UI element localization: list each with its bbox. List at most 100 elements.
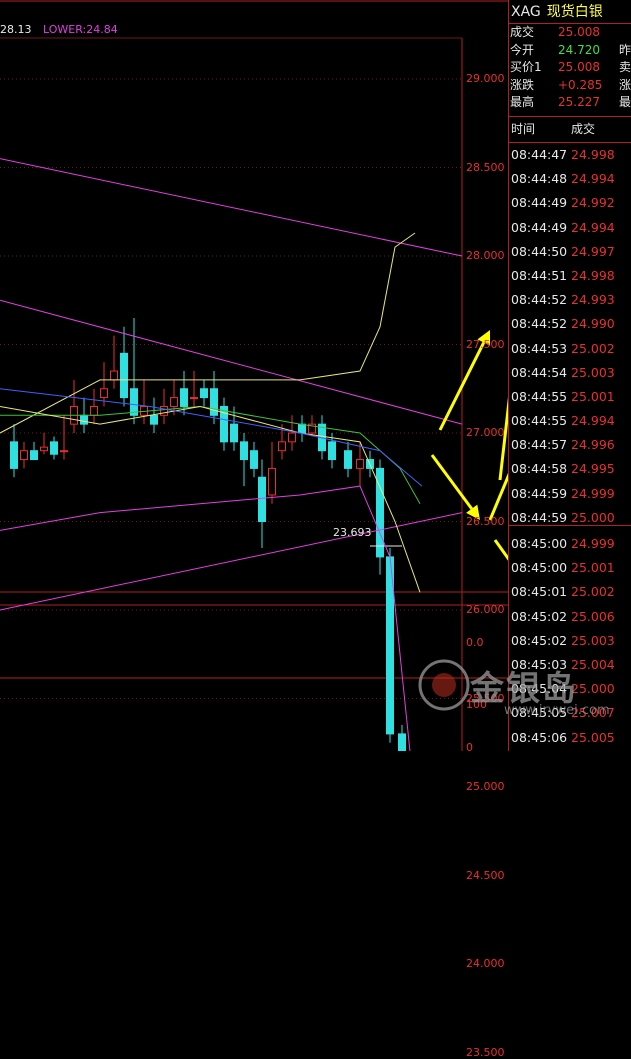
quote-value: 24.720 xyxy=(558,42,600,57)
candle-body xyxy=(10,441,18,469)
trade-header: 时间 成交 xyxy=(509,117,631,143)
candle-body xyxy=(344,450,352,469)
trade-price: 24.998 xyxy=(571,267,615,283)
trade-row: 08:44:51 24.998 xyxy=(509,264,631,288)
trade-price: 24.994 xyxy=(571,171,615,187)
trade-price: 25.003 xyxy=(571,632,615,648)
trade-price: 25.003 xyxy=(571,364,615,380)
trade-price: 25.001 xyxy=(571,560,615,576)
price-tick: 26.500 xyxy=(466,514,505,528)
instrument-header: XAG 现货白银 xyxy=(509,0,631,24)
quote-summary: 成交 25.008 今开 24.720 昨买价1 25.008 卖涨跌 +0.285 涨最高 25… xyxy=(509,24,631,112)
candle-body xyxy=(258,476,266,522)
quote-value: 25.227 xyxy=(558,95,600,109)
candle-body xyxy=(278,441,286,452)
instrument-name: 现货白银 xyxy=(546,4,603,20)
price-column-header: 成交 xyxy=(571,122,596,136)
quote-edge-label: 涨 xyxy=(618,77,631,92)
trade-price: 25.001 xyxy=(571,388,615,404)
trade-time: 08:44:57 xyxy=(511,437,568,453)
trade-row: 08:45:01 25.002 xyxy=(509,580,631,604)
candle-body xyxy=(298,423,306,434)
trade-price: 24.995 xyxy=(571,461,615,477)
trade-row: 08:44:47 24.998 xyxy=(509,143,631,167)
candlestick-chart[interactable]: 28.13 LOWER:24.84 29.000 28.500 28.000 27.5… xyxy=(0,0,508,1059)
trade-time: 08:45:01 xyxy=(511,584,568,600)
quote-edge-label: 卖 xyxy=(618,60,631,74)
candle-body xyxy=(120,352,128,399)
trade-time: 08:44:55 xyxy=(511,388,568,404)
candle-body xyxy=(160,405,168,416)
trade-time: 08:45:00 xyxy=(511,560,568,576)
trade-row: 08:44:57 24.996 xyxy=(509,433,631,457)
trade-price: 24.998 xyxy=(571,147,615,162)
quote-value: +0.285 xyxy=(558,77,603,92)
candle-body xyxy=(250,450,258,469)
candle-body xyxy=(190,397,198,400)
ma-yellow xyxy=(0,405,421,593)
candle-body xyxy=(30,450,38,461)
trade-price: 24.996 xyxy=(571,437,615,453)
trade-row: 08:44:54 25.003 xyxy=(509,361,631,385)
quote-row: 最高 25.227 最 xyxy=(509,94,631,112)
candle-body xyxy=(240,441,248,461)
candle-body xyxy=(230,423,238,443)
trade-price: 24.999 xyxy=(571,485,615,501)
trade-time: 08:44:53 xyxy=(511,340,568,356)
quote-row: 成交 25.008 xyxy=(509,24,631,42)
quote-row: 今开 24.720 昨 xyxy=(509,42,631,60)
trade-price: 25.006 xyxy=(571,608,615,624)
price-tick: 23.500 xyxy=(466,1045,505,1059)
candle-body xyxy=(110,370,118,381)
quote-edge-label: 最 xyxy=(618,95,631,109)
quote-edge-label: 昨 xyxy=(618,42,631,57)
quote-panel: XAG 现货白银 成交 25.008 今开 24.720 昨买价1 25.008 卖涨跌 +0.… xyxy=(508,0,631,751)
candle-body xyxy=(328,441,336,461)
boll-upper-value: 28.13 xyxy=(0,23,32,36)
price-tick: 28.500 xyxy=(466,160,505,174)
candle-body xyxy=(288,432,296,443)
trade-row: 08:44:58 24.995 xyxy=(509,457,631,481)
candle-body xyxy=(100,388,108,399)
trade-price: 25.002 xyxy=(571,584,615,600)
candle-body xyxy=(150,414,158,425)
trade-row: 08:44:55 25.001 xyxy=(509,385,631,409)
candle-body xyxy=(356,459,364,469)
trade-row: 08:44:50 24.997 xyxy=(509,240,631,264)
watermark-url: www.jrvwei.com xyxy=(504,703,610,718)
trade-row: 08:44:49 24.994 xyxy=(509,216,631,240)
boll-lower-label: LOWER:24.84 xyxy=(43,23,118,36)
watermark-logo: 金银岛 www.jrvwei.com xyxy=(412,655,610,751)
price-tick: 29.000 xyxy=(466,72,505,85)
arrow-shaft xyxy=(430,454,473,510)
price-tick: 28.000 xyxy=(466,249,505,262)
trade-time: 08:44:50 xyxy=(511,243,568,259)
price-tick: 25.000 xyxy=(466,780,505,793)
macd-zero-tick: 0.0 xyxy=(466,636,484,649)
ticker-divider xyxy=(509,525,631,526)
quote-label: 涨跌 xyxy=(510,77,535,92)
candle-body xyxy=(80,414,88,425)
watermark-emblem-icon xyxy=(418,659,470,711)
candle-body xyxy=(398,733,406,751)
trade-row: 08:45:02 25.006 xyxy=(509,605,631,629)
price-tick: 27.000 xyxy=(466,426,505,439)
quote-label: 成交 xyxy=(510,25,535,39)
trade-price: 25.002 xyxy=(571,340,615,356)
trade-time: 08:44:49 xyxy=(511,219,568,235)
candle-body xyxy=(90,405,98,416)
trade-row: 08:45:00 25.001 xyxy=(509,556,631,580)
trade-price: 24.990 xyxy=(571,316,615,332)
quote-label: 今开 xyxy=(510,42,535,57)
trade-price: 24.992 xyxy=(571,195,615,211)
quote-value: 25.008 xyxy=(558,60,600,74)
trade-row: 08:44:52 24.990 xyxy=(509,312,631,336)
chart-grid xyxy=(0,0,508,751)
trade-time: 08:44:52 xyxy=(511,316,568,332)
trade-time: 08:44:47 xyxy=(511,147,568,162)
trade-price: 24.993 xyxy=(571,292,615,308)
trade-time: 08:44:59 xyxy=(511,509,568,525)
price-tick: 26.000 xyxy=(466,603,505,616)
ma-green xyxy=(0,405,421,505)
quote-value: 25.008 xyxy=(558,25,600,39)
